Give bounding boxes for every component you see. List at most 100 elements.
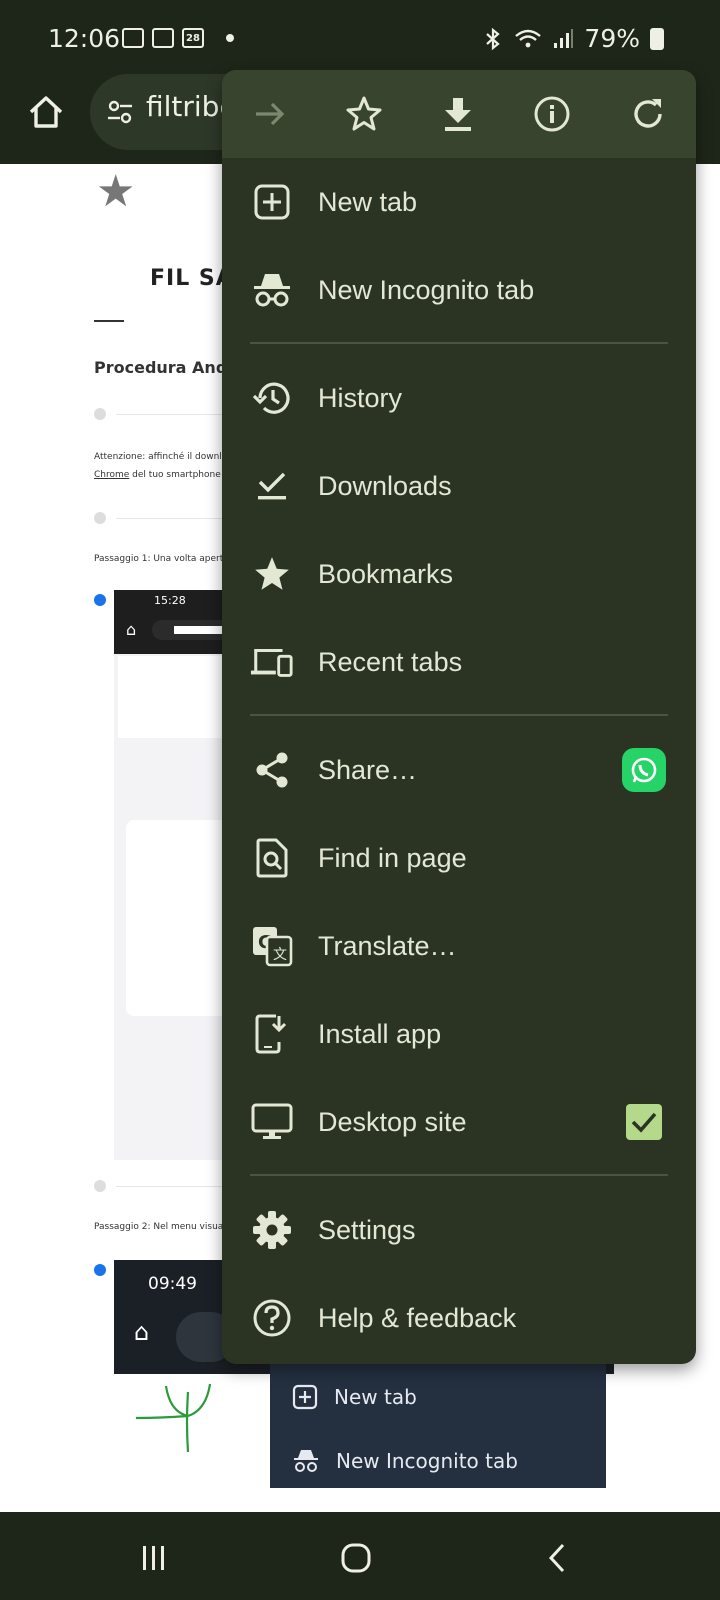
menu-divider [250,714,668,716]
checkmark-icon [631,1112,657,1133]
menu-downloads[interactable]: Downloads [222,442,696,530]
recent-apps-button[interactable] [132,1536,176,1580]
step2-text: Passaggio 2: Nel menu visuali [94,1222,229,1232]
bluetooth-icon [486,27,501,50]
star-outline-icon [346,96,382,131]
plant-logo-icon [135,1383,212,1453]
check-circle-icon [94,594,106,606]
menu-item-label: Bookmarks [318,558,454,589]
back-button[interactable] [536,1536,580,1580]
menu-item-label: History [318,382,403,413]
screenshot-home-icon: ⌂ [126,620,137,639]
timeline-dot [94,512,106,524]
timeline-line [116,1186,226,1187]
whatsapp-icon[interactable] [622,748,666,792]
reload-icon [634,99,662,128]
desktop-icon [250,1100,294,1144]
arrow-forward-icon [256,102,285,126]
calendar-icon: 28 [182,28,204,48]
help-icon [250,1296,294,1340]
svg-text:文: 文 [273,947,287,963]
menu-item-label: Install app [318,1018,442,1049]
menu-action-row [222,70,696,158]
classroom-icon [152,28,174,48]
download-icon [445,98,471,131]
home-icon[interactable] [26,92,66,132]
devices-icon [250,640,294,684]
share-icon [250,748,294,792]
reload-button[interactable] [626,92,670,136]
menu-item-label: Translate… [318,930,457,961]
menu-bookmarks[interactable]: Bookmarks [222,530,696,618]
attention-text: Attenzione: affinché il downlo [94,452,228,462]
screenshot-url [174,626,224,634]
menu-divider [250,342,668,344]
menu-item-label: Help & feedback [318,1302,517,1333]
screenshot-time: 09:49 [148,1274,197,1294]
step1-text: Passaggio 1: Una volta aperta [94,554,229,564]
download-page-button[interactable] [436,92,480,136]
timeline-line [116,518,226,519]
find-in-page-icon [250,836,294,880]
menu-desktop-site[interactable]: Desktop site [222,1078,696,1166]
screenshot-home-icon: ⌂ [134,1318,150,1346]
menu-settings[interactable]: Settings [222,1186,696,1274]
screenshot-menu-label: New tab [334,1385,417,1409]
signal-icon [554,28,574,48]
menu-new-incognito-tab[interactable]: New Incognito tab [222,246,696,334]
check-circle-icon [94,1264,106,1276]
menu-item-label: New tab [318,186,418,217]
add-box-icon [292,1384,318,1410]
menu-translate[interactable]: G文 Translate… [222,902,696,990]
menu-item-label: Find in page [318,842,467,873]
forward-button[interactable] [248,92,292,136]
translate-icon: G文 [250,924,294,968]
menu-find-in-page[interactable]: Find in page [222,814,696,902]
screenshot-menu-item: New Incognito tab [292,1448,518,1474]
screenshot-menu-item: New tab [292,1384,417,1410]
back-icon [548,1543,565,1573]
status-time: 12:06 [48,24,121,53]
title-rule [94,320,124,322]
wifi-icon [515,29,542,47]
menu-item-label: New Incognito tab [318,274,535,305]
star-icon [250,552,294,596]
menu-help-feedback[interactable]: Help & feedback [222,1274,696,1362]
download-done-icon [250,464,294,508]
gallery-icon [122,28,144,48]
desktop-site-checkbox[interactable] [626,1104,662,1140]
timeline-dot [94,408,106,420]
recent-apps-icon [143,1546,164,1570]
settings-icon [250,1208,294,1252]
bookmark-button[interactable] [342,92,386,136]
menu-history[interactable]: History [222,354,696,442]
menu-item-label: Settings [318,1214,416,1245]
chrome-link[interactable]: Chrome [94,470,129,480]
screenshot-menu: New tab New Incognito tab [270,1364,606,1488]
menu-install-app[interactable]: Install app [222,990,696,1078]
menu-item-label: Share… [318,754,418,785]
timeline-dot [94,1180,106,1192]
home-nav-button[interactable] [334,1536,378,1580]
home-circle-icon [341,1543,371,1573]
site-logo[interactable]: ★ [96,166,135,217]
menu-recent-tabs[interactable]: Recent tabs [222,618,696,706]
attention-text-2: Chrome del tuo smartphone ( [94,470,227,480]
menu-item-label: Desktop site [318,1106,467,1137]
menu-new-tab[interactable]: New tab [222,158,696,246]
info-icon [534,96,570,132]
menu-share[interactable]: Share… [222,726,696,814]
history-icon [250,376,294,420]
incognito-icon [294,1450,318,1472]
install-app-icon [250,1012,294,1056]
status-right: 79% [482,24,664,53]
timeline-line [116,414,226,415]
menu-item-label: Downloads [318,470,452,501]
more-notifications-dot [226,34,234,42]
site-settings-icon[interactable] [106,98,134,126]
incognito-icon [250,268,294,312]
battery-icon [650,27,664,50]
menu-divider [250,1174,668,1176]
page-info-button[interactable] [530,92,574,136]
screenshot-menu-label: New Incognito tab [336,1449,518,1473]
